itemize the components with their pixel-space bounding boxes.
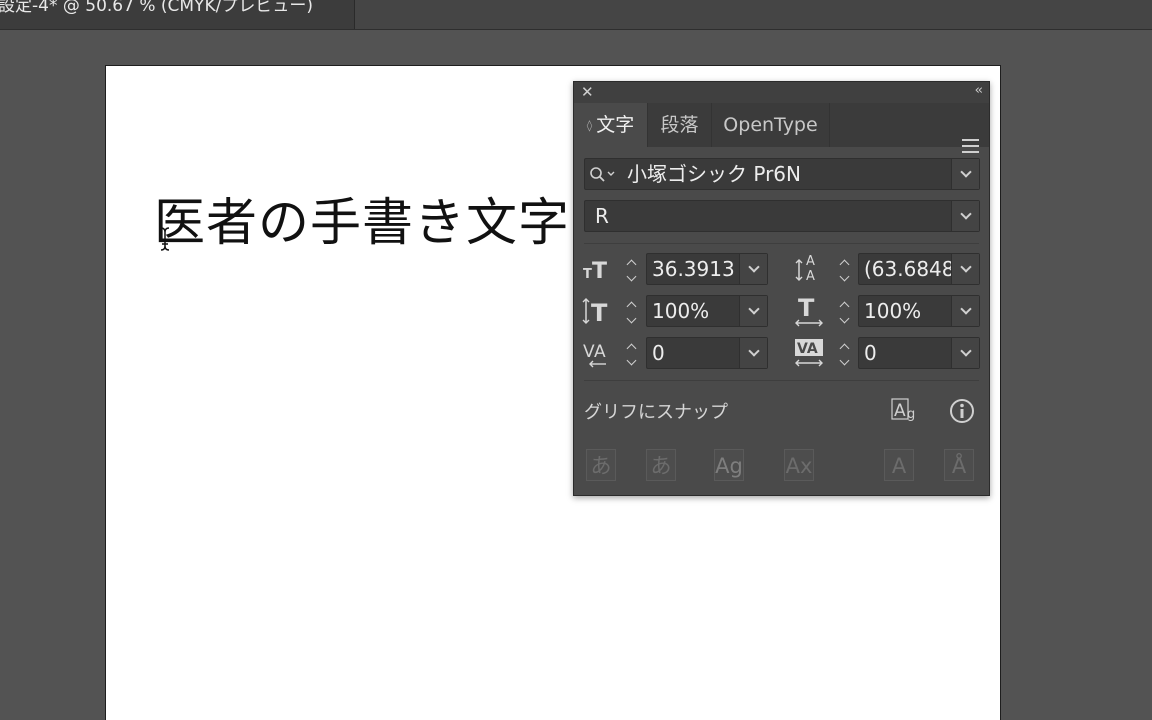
panel-menu-icon[interactable] [962, 139, 979, 157]
vertical-scale-input[interactable]: 100% [646, 295, 768, 327]
tab-opentype[interactable]: OpenType [712, 103, 830, 147]
kerning-icon: V A [583, 342, 606, 368]
chevron-down-icon [959, 166, 972, 178]
svg-text:A: A [806, 269, 815, 284]
chevron-down-icon [959, 345, 972, 357]
font-style-field[interactable]: R [584, 200, 980, 232]
artboard-text[interactable]: 医者の手書き文字 [154, 181, 570, 255]
svg-text:A: A [894, 401, 906, 421]
vertical-scale-icon: T [582, 298, 608, 326]
tab-paragraph[interactable]: 段落 [648, 103, 712, 147]
panel-tabs: ◊ 文字 段落 OpenType [574, 103, 989, 153]
collapse-icon[interactable]: ‹‹ [975, 83, 984, 98]
divider [584, 243, 979, 244]
font-size-stepper[interactable] [619, 253, 643, 285]
tracking-icon: VA [795, 339, 823, 367]
font-family-value: 小塚ゴシック Pr6N [627, 162, 801, 186]
document-tab-title: 設定-4* @ 50.67 % (CMYK/プレビュー) [0, 0, 313, 16]
leading-icon: A A [795, 254, 815, 284]
font-style-value: R [595, 204, 609, 228]
info-icon[interactable] [949, 398, 975, 424]
snap-anchor-point-icon[interactable]: Å [944, 449, 974, 481]
font-size-input[interactable]: 36.3913 [646, 253, 768, 285]
font-size-icon: T T [583, 259, 607, 282]
snap-glyph-bounds-icon[interactable]: Ag [714, 449, 744, 481]
tab-character[interactable]: ◊ 文字 [574, 103, 648, 147]
chevron-down-icon [747, 345, 760, 357]
leading-stepper[interactable] [832, 253, 856, 285]
tracking-dropdown[interactable] [951, 338, 979, 368]
tracking-stepper[interactable] [832, 337, 856, 369]
character-panel: ✕ ‹‹ ◊ 文字 段落 OpenType 小塚ゴシック Pr6N R T T … [573, 81, 990, 496]
font-style-dropdown[interactable] [951, 201, 979, 231]
svg-text:g: g [907, 407, 915, 422]
tracking-input[interactable]: 0 [858, 337, 980, 369]
chevron-down-icon [959, 208, 972, 220]
svg-text:A: A [806, 254, 815, 269]
snap-baseline-icon[interactable]: Ax [784, 449, 814, 481]
svg-text:VA: VA [797, 341, 818, 357]
leading-dropdown[interactable] [951, 254, 979, 284]
search-icon [590, 167, 615, 182]
horizontal-scale-icon: T [795, 294, 823, 327]
panel-header: ✕ ‹‹ [574, 82, 989, 103]
kerning-stepper[interactable] [619, 337, 643, 369]
chevron-down-icon [959, 261, 972, 273]
horizontal-scale-input[interactable]: 100% [858, 295, 980, 327]
svg-text:T: T [592, 259, 607, 282]
svg-text:T: T [591, 299, 608, 326]
vertical-scale-dropdown[interactable] [739, 296, 767, 326]
snap-em-box-center-icon[interactable]: あ [646, 449, 676, 481]
horizontal-scale-dropdown[interactable] [951, 296, 979, 326]
svg-text:T: T [583, 267, 592, 282]
glyph-snap-icon[interactable]: A g [890, 396, 920, 424]
document-tab[interactable]: 設定-4* @ 50.67 % (CMYK/プレビュー) [0, 0, 355, 29]
text-cursor-icon [160, 227, 170, 251]
divider [584, 380, 979, 381]
kerning-dropdown[interactable] [739, 338, 767, 368]
snap-angular-guides-icon[interactable]: A [884, 449, 914, 481]
vertical-scale-stepper[interactable] [619, 295, 643, 327]
snap-em-box-icon[interactable]: あ [586, 449, 616, 481]
chevron-down-icon [747, 303, 760, 315]
horizontal-scale-stepper[interactable] [832, 295, 856, 327]
updown-icon: ◊ [586, 119, 593, 132]
kerning-input[interactable]: 0 [646, 337, 768, 369]
tab-bar-divider [0, 29, 1152, 30]
snap-to-glyph-label: グリフにスナップ [584, 402, 728, 423]
font-family-field[interactable]: 小塚ゴシック Pr6N [584, 158, 980, 190]
close-icon[interactable]: ✕ [581, 83, 594, 101]
chevron-down-icon [747, 261, 760, 273]
svg-text:T: T [798, 294, 815, 322]
font-family-dropdown[interactable] [951, 159, 979, 189]
font-size-dropdown[interactable] [739, 254, 767, 284]
svg-text:A: A [594, 342, 606, 362]
leading-input[interactable]: (63.6848 [858, 253, 980, 285]
chevron-down-icon [959, 303, 972, 315]
tab-bar-background [355, 0, 1152, 29]
